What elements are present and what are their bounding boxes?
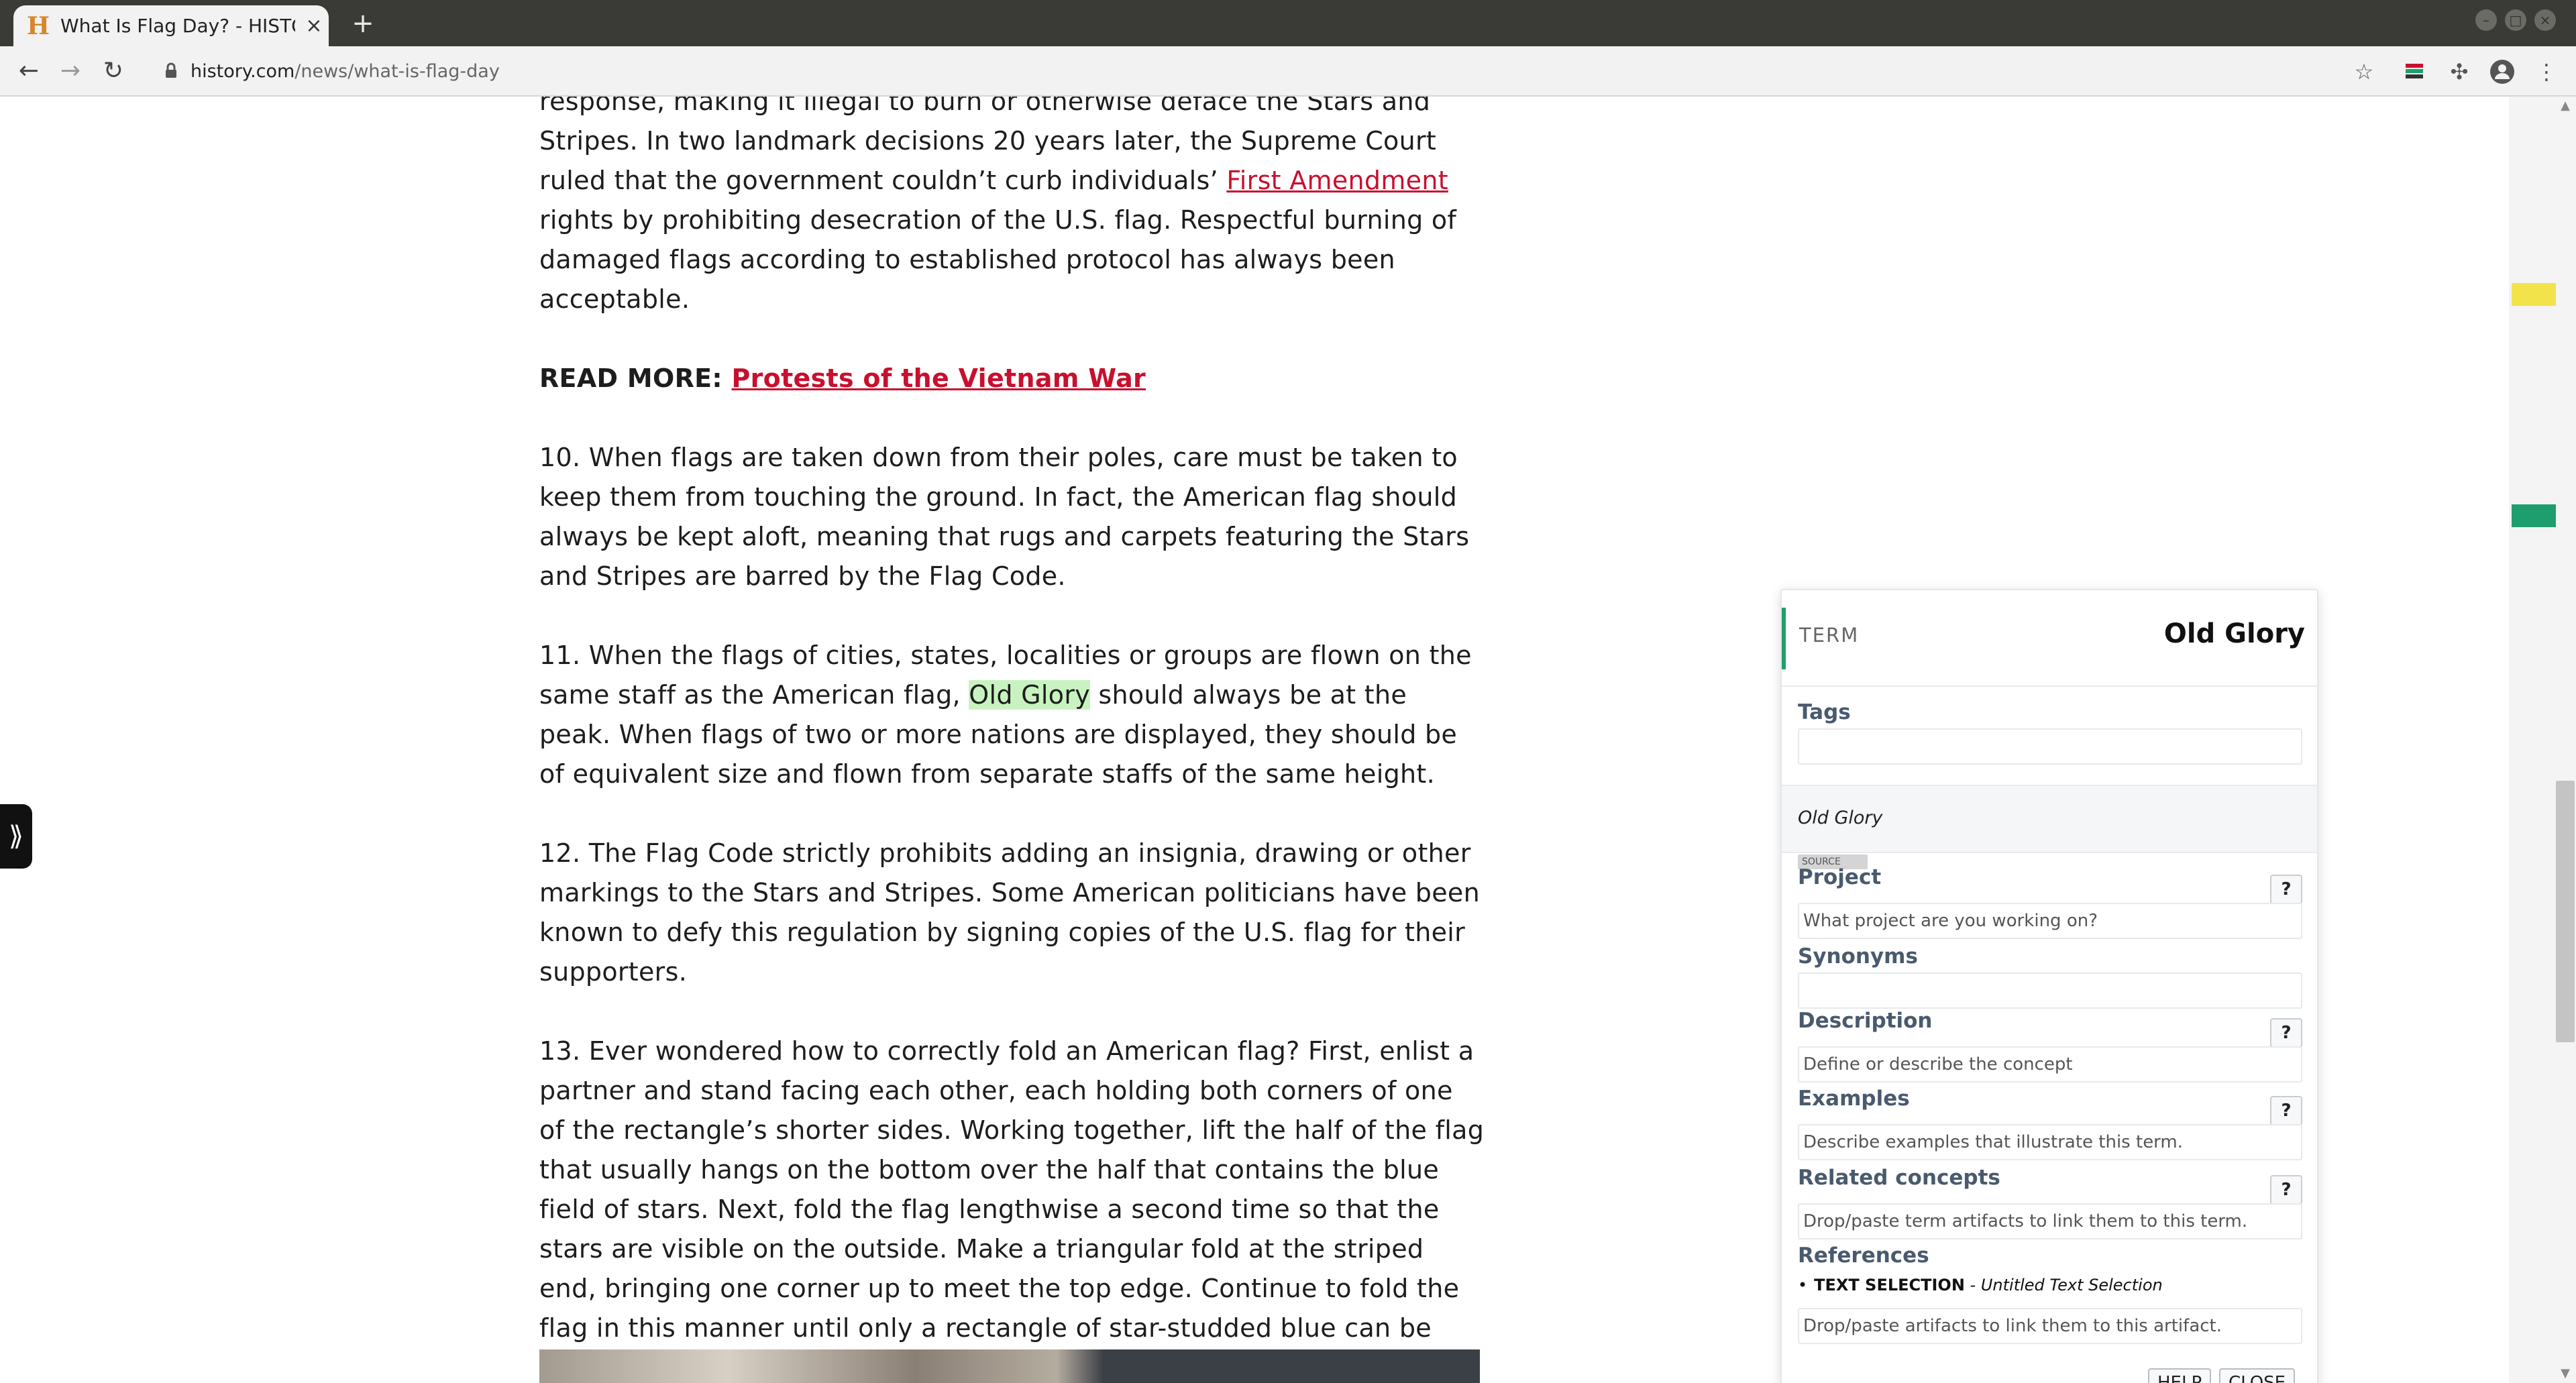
tags-input[interactable] xyxy=(1798,728,2302,765)
highlighted-term[interactable]: Old Glory xyxy=(969,680,1091,710)
panel-accent-bar xyxy=(1782,608,1786,669)
term-alias-row[interactable]: Old Glory xyxy=(1782,785,2317,853)
artifact-type-label: TERM xyxy=(1799,624,1860,647)
address-bar[interactable]: history.com/news/what-is-flag-day xyxy=(191,46,500,97)
description-label: Description xyxy=(1798,1009,1933,1033)
url-path: /news/what-is-flag-day xyxy=(294,61,500,82)
read-more-link[interactable]: Protests of the Vietnam War xyxy=(731,364,1146,393)
reference-item[interactable]: • TEXT SELECTION - Untitled Text Selectio… xyxy=(1798,1276,2163,1294)
article-body: response, making it illegal to burn or o… xyxy=(539,97,1485,1383)
project-label: Project xyxy=(1798,865,1882,889)
scroll-marker-green[interactable] xyxy=(2512,504,2556,527)
panel-header: TERM Old Glory xyxy=(1782,590,2317,687)
project-input[interactable]: What project are you working on? xyxy=(1798,903,2302,939)
examples-input[interactable]: Describe examples that illustrate this t… xyxy=(1798,1124,2302,1160)
extension-flag-icon[interactable] xyxy=(2399,56,2431,88)
window-controls: – □ × xyxy=(2467,9,2556,34)
web-page: response, making it illegal to burn or o… xyxy=(0,97,2509,1383)
tags-label: Tags xyxy=(1798,700,1851,724)
browser-menu-icon[interactable]: ⋮ xyxy=(2530,56,2563,88)
lock-icon[interactable] xyxy=(161,61,181,81)
related-concepts-label: Related concepts xyxy=(1798,1166,2000,1190)
project-help-button[interactable]: ? xyxy=(2270,875,2302,904)
article-paragraph: response, making it illegal to burn or o… xyxy=(539,97,1485,319)
synonyms-label: Synonyms xyxy=(1798,944,1918,969)
history-favicon-icon: H xyxy=(27,12,50,40)
reference-title: - Untitled Text Selection xyxy=(1964,1276,2163,1294)
description-input[interactable]: Define or describe the concept xyxy=(1798,1046,2302,1083)
forward-icon[interactable]: → xyxy=(52,53,89,89)
scroll-down-icon[interactable]: ▼ xyxy=(2556,1364,2575,1383)
profile-avatar-icon[interactable] xyxy=(2486,56,2518,88)
article-paragraph-13: 13. Ever wondered how to correctly fold … xyxy=(539,1036,1485,1382)
reference-bullet: • xyxy=(1798,1276,1808,1294)
close-button[interactable]: CLOSE xyxy=(2219,1368,2296,1383)
bookmark-star-icon[interactable]: ☆ xyxy=(2348,56,2380,88)
related-concepts-input[interactable]: Drop/paste term artifacts to link them t… xyxy=(1798,1203,2302,1239)
paragraph-text: rights by prohibiting desecration of the… xyxy=(539,205,1457,314)
browser-toolbar: ← → ↻ history.com/news/what-is-flag-day … xyxy=(0,46,2576,97)
close-window-icon[interactable]: × xyxy=(2534,9,2556,31)
article-paragraph-11: 11. When the flags of cities, states, lo… xyxy=(539,636,1485,794)
related-concepts-help-button[interactable]: ? xyxy=(2270,1175,2302,1205)
reference-type: TEXT SELECTION xyxy=(1814,1276,1965,1294)
article-paragraph-12: 12. The Flag Code strictly prohibits add… xyxy=(539,838,1480,987)
maximize-icon[interactable]: □ xyxy=(2505,9,2526,31)
help-button[interactable]: HELP xyxy=(2148,1368,2212,1383)
examples-help-button[interactable]: ? xyxy=(2270,1096,2302,1125)
article-image xyxy=(539,1349,1480,1383)
scrollbar-thumb[interactable] xyxy=(2556,781,2575,1042)
term-alias: Old Glory xyxy=(1798,808,1883,828)
scroll-marker-yellow[interactable] xyxy=(2512,283,2556,306)
read-more-label: READ MORE: xyxy=(539,364,732,393)
extensions-puzzle-icon[interactable]: ✣ xyxy=(2443,56,2475,88)
references-label: References xyxy=(1798,1243,1929,1268)
reload-icon[interactable]: ↻ xyxy=(95,53,131,89)
examples-label: Examples xyxy=(1798,1087,1910,1111)
synonyms-input[interactable] xyxy=(1798,973,2302,1009)
browser-tab[interactable]: H What Is Flag Day? - HISTO × xyxy=(13,5,329,46)
term-panel: TERM Old Glory Tags Old Glory SOURCE Pro… xyxy=(1780,589,2318,1383)
scroll-up-icon[interactable]: ▲ xyxy=(2556,97,2575,115)
tab-title: What Is Flag Day? - HISTO xyxy=(60,15,295,37)
first-amendment-link[interactable]: First Amendment xyxy=(1226,166,1448,195)
minimize-icon[interactable]: – xyxy=(2475,9,2497,31)
read-more: READ MORE: Protests of the Vietnam War xyxy=(539,359,1485,398)
description-help-button[interactable]: ? xyxy=(2270,1018,2302,1048)
back-icon[interactable]: ← xyxy=(11,53,47,89)
term-title[interactable]: Old Glory xyxy=(2164,618,2305,649)
url-host: history.com xyxy=(191,61,295,82)
tab-strip: H What Is Flag Day? - HISTO × + – □ × xyxy=(0,0,2576,46)
page-scrollbar[interactable]: ▲ ▼ xyxy=(2509,97,2576,1383)
sidebar-toggle-icon[interactable]: ⟫ xyxy=(0,804,32,869)
references-input[interactable]: Drop/paste artifacts to link them to thi… xyxy=(1798,1308,2302,1344)
tab-close-icon[interactable]: × xyxy=(302,5,326,46)
new-tab-button[interactable]: + xyxy=(346,5,380,42)
article-paragraph-10: 10. When flags are taken down from their… xyxy=(539,443,1470,591)
